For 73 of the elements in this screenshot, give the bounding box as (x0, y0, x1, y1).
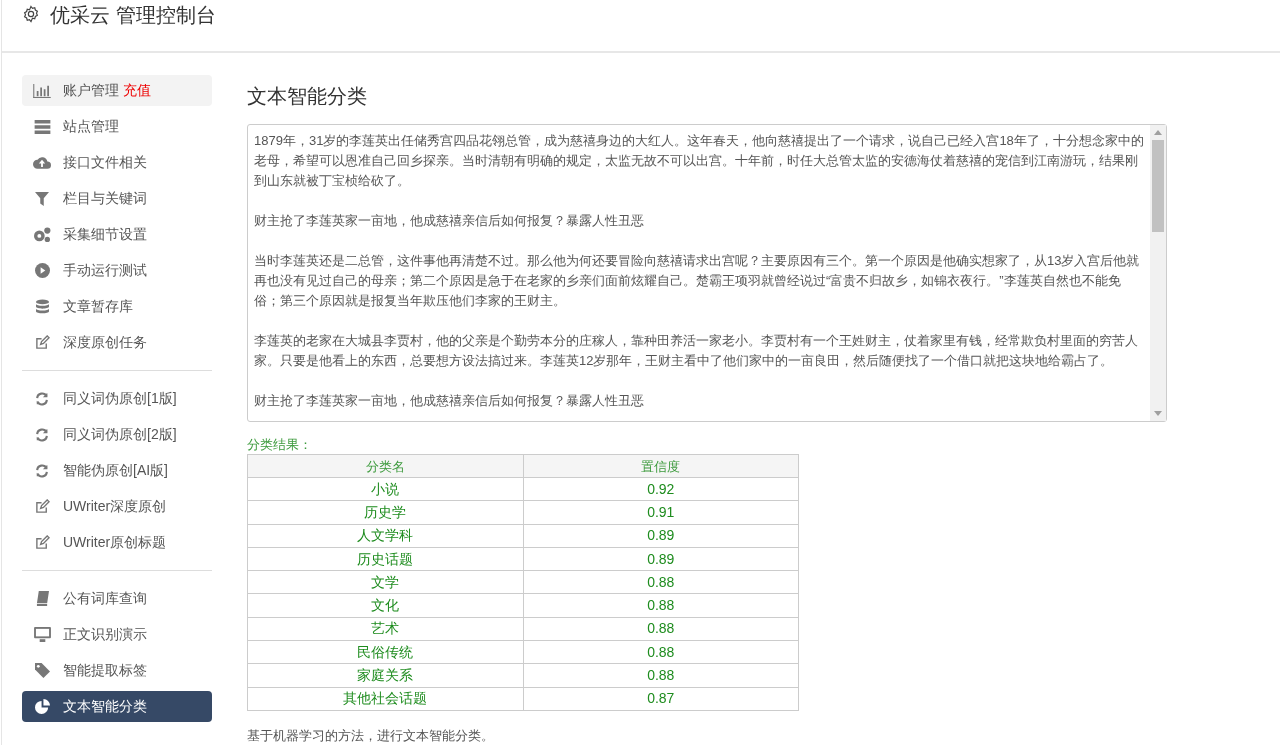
sidebar-item[interactable]: 站点管理 (22, 111, 212, 142)
description-text: 基于机器学习的方法，进行文本智能分类。 (247, 726, 494, 745)
pie-chart-icon (34, 699, 50, 714)
sidebar-item[interactable]: 采集细节设置 (22, 219, 212, 250)
table-cell: 文化 (247, 594, 523, 618)
database-icon (35, 298, 49, 315)
refresh-icon (35, 391, 49, 406)
table-cell: 艺术 (247, 617, 523, 641)
table-cell: 0.87 (523, 687, 799, 711)
tag-icon (34, 663, 50, 678)
table-cell: 0.88 (523, 594, 799, 618)
gears-icon (33, 226, 51, 243)
scroll-down-icon[interactable] (1154, 411, 1162, 416)
table-cell: 0.91 (523, 500, 799, 525)
book-icon (35, 591, 49, 606)
page-title: 文本智能分类 (247, 84, 368, 109)
table-cell: 其他社会话题 (247, 687, 523, 711)
server-icon (33, 119, 51, 134)
table-cell: 历史学 (247, 500, 523, 525)
monitor-icon (33, 627, 51, 642)
item-label: 账户管理 (63, 81, 119, 100)
scroll-thumb[interactable] (1152, 140, 1164, 232)
scroll-up-icon[interactable] (1154, 130, 1162, 135)
sidebar-item[interactable]: 接口文件相关 (22, 147, 212, 178)
sidebar-item[interactable]: 同义词伪原创[1版] (22, 383, 212, 414)
text-area[interactable] (247, 124, 1167, 422)
sidebar-item[interactable]: 文本智能分类 (22, 691, 212, 722)
edit-icon (34, 335, 50, 350)
column-header: 置信度 (523, 454, 799, 478)
table-cell: 文学 (247, 570, 523, 594)
app-title: 优采云 管理控制台 (50, 3, 216, 27)
paragraph: 当时李莲英还是二总管，这件事他再清楚不过。那么他为何还要冒险向慈禧请求出宫呢？主要原因有三个。第一个原因是他确实想家了，从13岁入宫后他就再也没有见过自己的母亲；第二个原因是急于在老家的乡亲们面前炫耀自己。楚霸王项羽就曾经说过“富贵不归故乡，如锦衣夜行。”李莲英自然也不能免俗；第三个原因就是报复当年欺压他们李家的王财主。 (254, 252, 1141, 310)
bar-chart-icon (33, 83, 51, 98)
sidebar-item[interactable]: 栏目与关键词 (22, 183, 212, 214)
sidebar-item[interactable]: 账户管理 充值 (22, 75, 212, 106)
table-cell: 0.92 (523, 477, 799, 501)
edit-icon (34, 535, 50, 550)
sidebar-item[interactable]: 智能伪原创[AI版] (22, 455, 212, 486)
sidebar-item[interactable]: 深度原创任务 (22, 327, 212, 358)
table-cell: 0.89 (523, 547, 799, 571)
table-cell: 历史话题 (247, 547, 523, 571)
sidebar-item[interactable]: 智能提取标签 (22, 655, 212, 686)
recharge-link[interactable]: 充值 (123, 80, 151, 101)
sidebar-item[interactable]: 同义词伪原创[2版] (22, 419, 212, 450)
table-cell: 小说 (247, 477, 523, 501)
table-cell: 0.88 (523, 640, 799, 664)
table-cell: 家庭关系 (247, 663, 523, 688)
table-cell: 民俗传统 (247, 640, 523, 664)
play-icon (34, 263, 50, 278)
table-cell: 0.88 (523, 617, 799, 641)
cloud-upload-icon (33, 156, 51, 169)
paragraph: 财主抢了李莲英家一亩地，他成慈禧亲信后如何报复？暴露人性丑恶 (254, 392, 645, 410)
sidebar-item[interactable]: 手动运行测试 (22, 255, 212, 286)
table-cell: 人文学科 (247, 524, 523, 548)
sidebar-item[interactable]: 公有词库查询 (22, 583, 212, 614)
edit-icon (34, 499, 50, 514)
refresh-icon (35, 463, 49, 478)
settings-icon (22, 5, 40, 23)
result-label: 分类结果： (247, 436, 312, 454)
paragraph: 李莲英的老家在大城县李贾村，他的父亲是个勤劳本分的庄稼人，靠种田养活一家老小。李贾村有一个王姓财主，仗着家里有钱，经常欺负村里面的穷苦人家。只要是他看上的东西，总要想方设法搞过来。李莲英12岁那年，王财主看中了他们家中的一亩良田，然后随便找了一个借口就把这块地给霸占了。 (254, 332, 1139, 370)
table-cell: 0.88 (523, 570, 799, 594)
table-cell: 0.88 (523, 663, 799, 688)
table-cell: 0.89 (523, 524, 799, 548)
sidebar-item[interactable]: 文章暂存库 (22, 291, 212, 322)
filter-icon (35, 191, 49, 206)
paragraph: 财主抢了李莲英家一亩地，他成慈禧亲信后如何报复？暴露人性丑恶 (254, 212, 645, 230)
sidebar-item[interactable]: UWriter深度原创 (22, 491, 212, 522)
column-header: 分类名 (247, 454, 523, 478)
refresh-icon (35, 427, 49, 442)
sidebar-item[interactable]: UWriter原创标题 (22, 527, 212, 558)
scrollbar[interactable] (1150, 125, 1166, 421)
paragraph: 1879年，31岁的李莲英出任储秀宫四品花翎总管，成为慈禧身边的大红人。这年春天，他向慈禧提出了一个请求，说自己已经入宫18年了，十分想念家中的老母，希望可以恩准自己回乡探亲。当时清朝有明确的规定，太监无故不可以出宫。十年前，时任大总管太监的安德海仗着慈禧的宠信到江南游玩，结果刚到山东就被丁宝桢给砍了。 (254, 132, 1144, 190)
sidebar-item[interactable]: 正文识别演示 (22, 619, 212, 650)
